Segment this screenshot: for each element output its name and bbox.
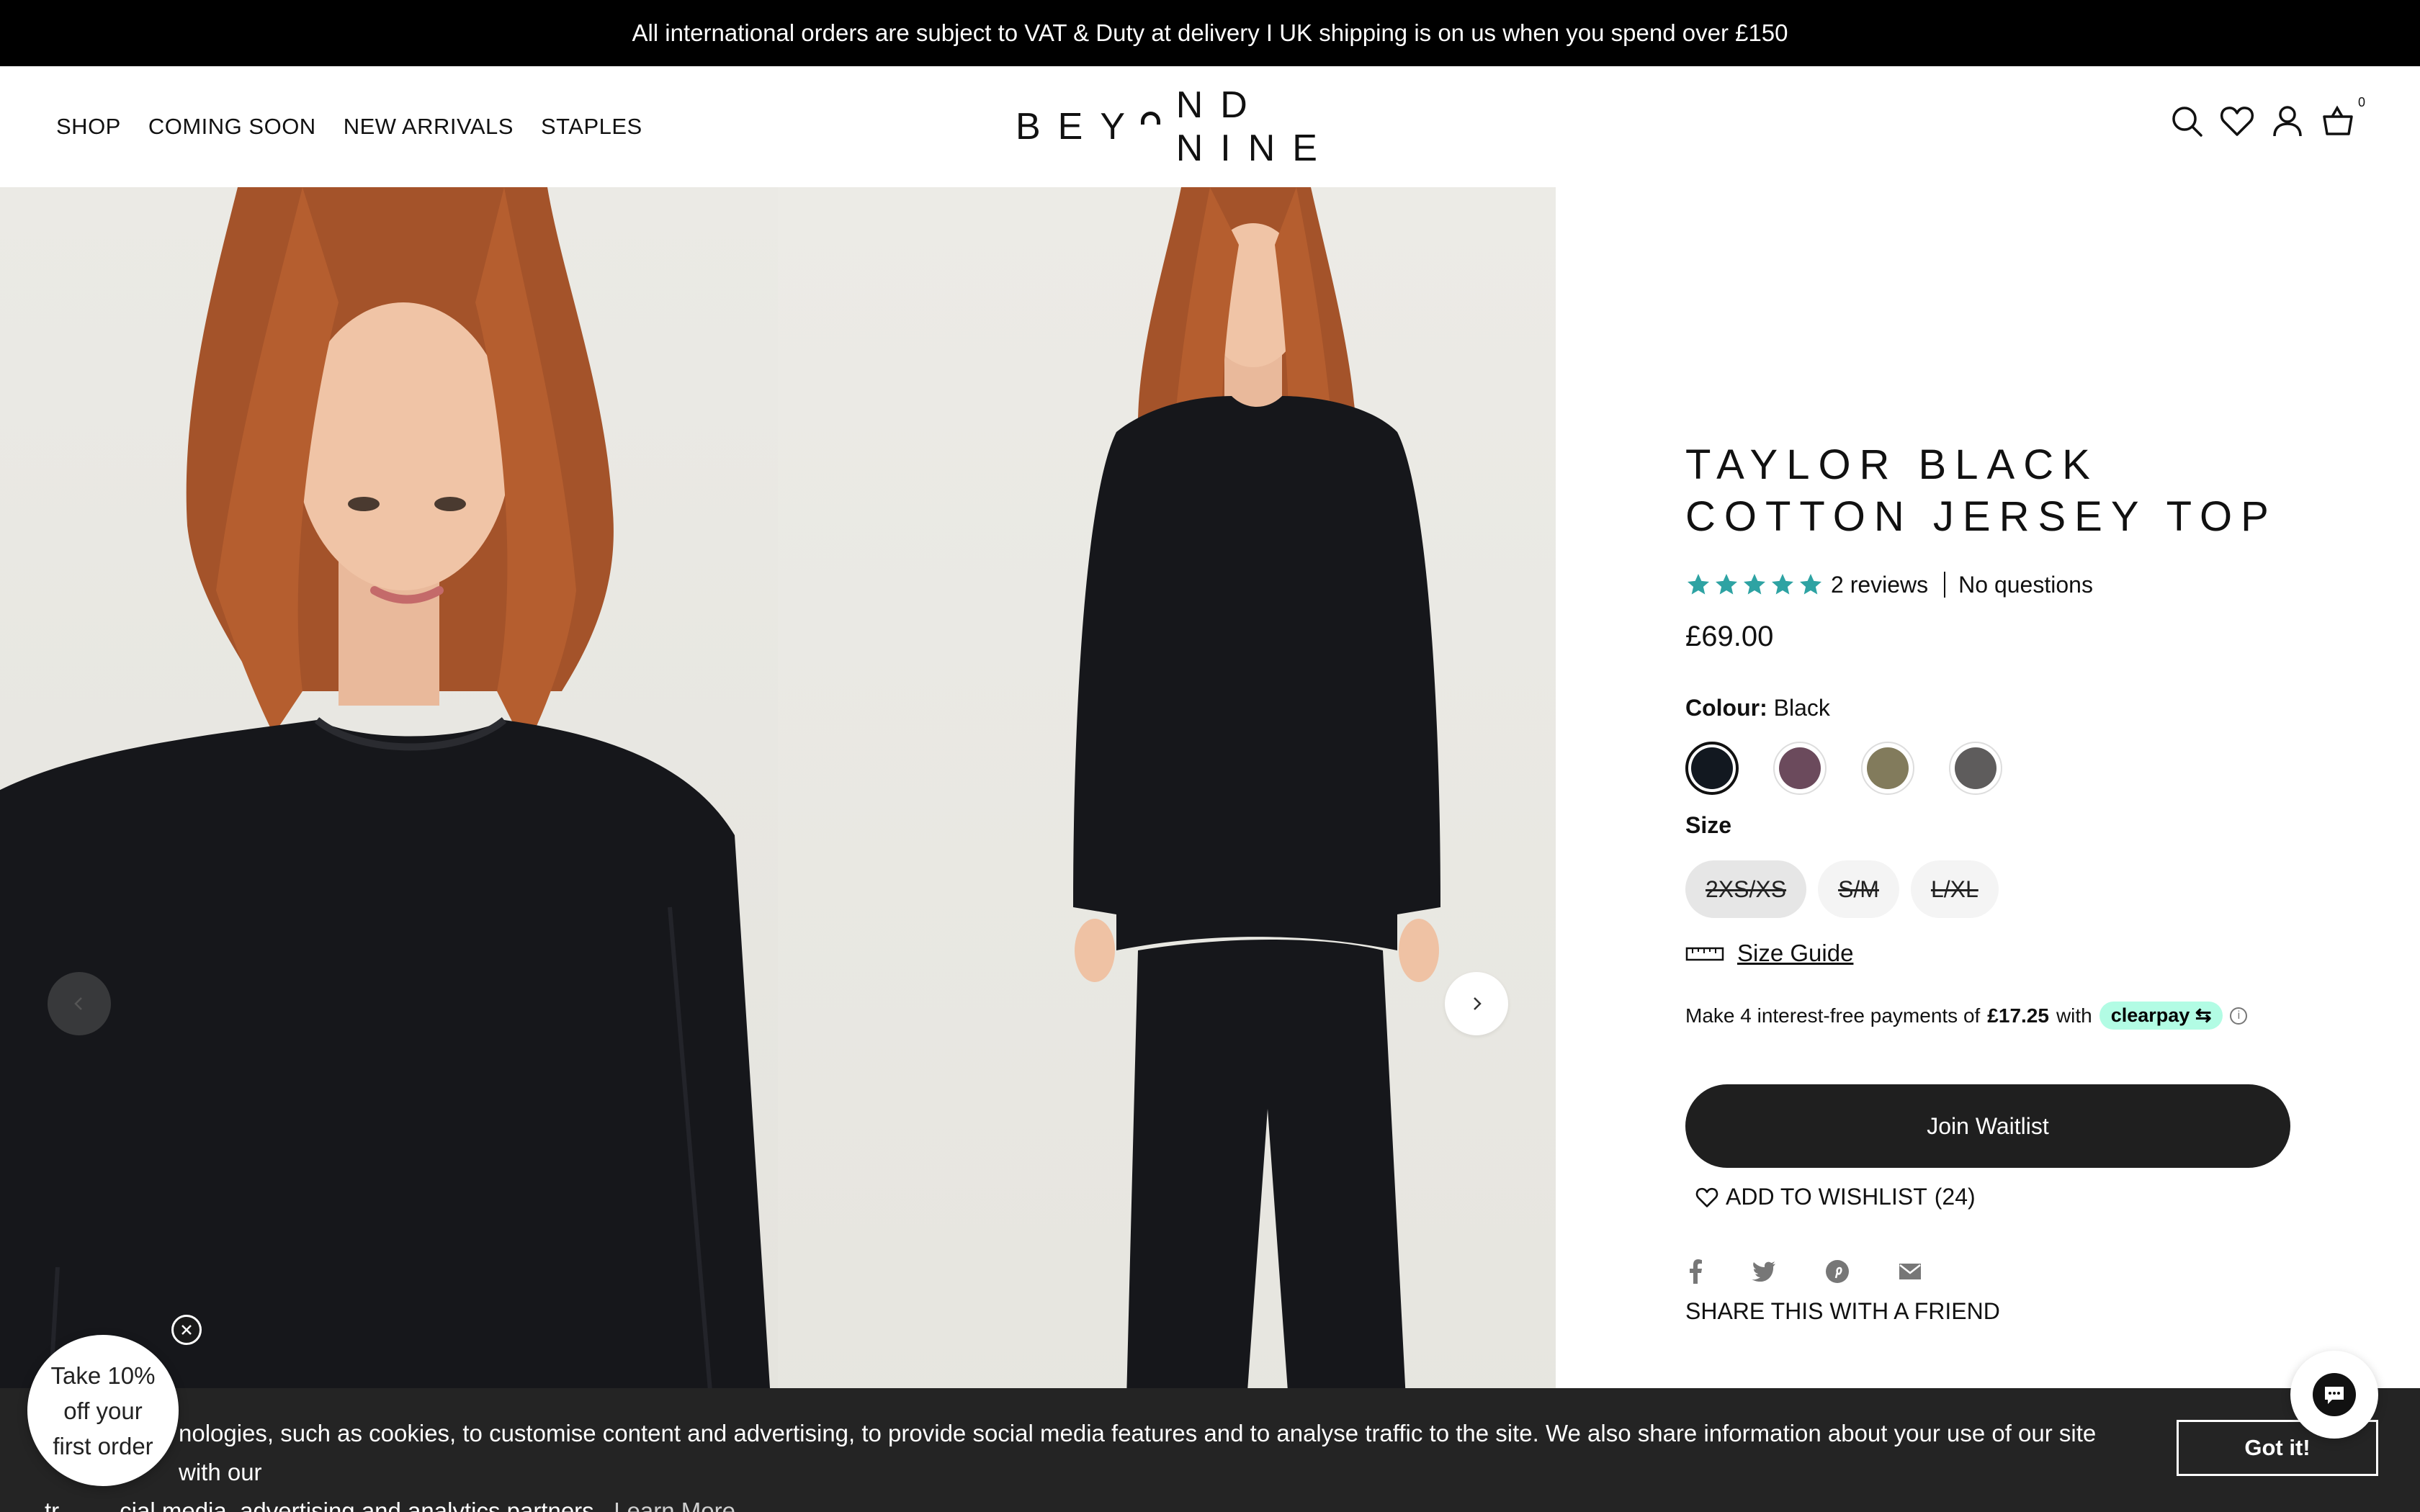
cookie-banner: nologies, such as cookies, to customise … <box>0 1388 2420 1512</box>
swatch-olive[interactable] <box>1861 742 1914 795</box>
swatch-black[interactable] <box>1685 742 1739 795</box>
chat-icon <box>2313 1373 2356 1416</box>
cookie-line2-prefix: tr <box>45 1498 60 1512</box>
gallery-prev-button[interactable] <box>48 972 111 1035</box>
learn-more-link[interactable]: Learn More <box>614 1498 735 1512</box>
colour-value: Black <box>1773 695 1830 721</box>
star-icon <box>1772 574 1793 595</box>
size-options: 2XS/XS S/M L/XL <box>1685 860 2319 918</box>
reviews-link[interactable]: 2 reviews <box>1831 572 1928 598</box>
clearpay-brand: clearpay <box>2110 1004 2190 1026</box>
discount-line3: first order <box>53 1432 153 1459</box>
join-waitlist-button[interactable]: Join Waitlist <box>1685 1084 2290 1168</box>
product-title-line1: TAYLOR BLACK <box>1685 441 2099 488</box>
clearpay-message: Make 4 interest-free payments of £17.25 … <box>1685 1002 2319 1030</box>
colour-swatches <box>1685 742 2319 795</box>
size-guide: Size Guide <box>1685 940 2319 967</box>
discount-line2: off your <box>63 1397 143 1424</box>
star-icon <box>1716 574 1737 595</box>
colour-label-key: Colour: <box>1685 695 1767 721</box>
wishlist-label: ADD TO WISHLIST <box>1726 1184 1927 1210</box>
cookie-text: nologies, such as cookies, to customise … <box>45 1414 2133 1512</box>
gallery-next-button[interactable] <box>1445 972 1508 1035</box>
chat-widget-button[interactable] <box>2290 1351 2378 1439</box>
pinterest-icon[interactable] <box>1825 1259 1850 1284</box>
brand-logo[interactable]: BEY ND NINE <box>1016 84 1404 169</box>
product-gallery[interactable] <box>0 187 1556 1512</box>
star-icon <box>1744 574 1765 595</box>
cookie-line1: nologies, such as cookies, to customise … <box>179 1420 2097 1485</box>
heart-icon[interactable] <box>2220 104 2254 138</box>
rating-summary: 2 reviews No questions <box>1685 569 2319 600</box>
search-icon[interactable] <box>2169 104 2204 138</box>
product-title-line2: COTTON JERSEY TOP <box>1685 493 2277 540</box>
star-icon <box>1800 574 1821 595</box>
cart-icon[interactable]: 0 <box>2321 95 2365 138</box>
site-header: SHOP COMING SOON NEW ARRIVALS STAPLES BE… <box>0 66 2420 187</box>
twitter-icon[interactable] <box>1752 1261 1776 1282</box>
colour-label: Colour: Black <box>1685 695 2319 721</box>
cookie-line2-mid: cial media, advertising and analytics pa… <box>120 1498 601 1512</box>
nav-staples[interactable]: STAPLES <box>541 114 642 140</box>
chevron-right-icon <box>1474 997 1482 1010</box>
nav-coming-soon[interactable]: COMING SOON <box>148 114 316 140</box>
product-price: £69.00 <box>1685 621 1774 652</box>
star-icon <box>1688 574 1709 595</box>
nav-shop[interactable]: SHOP <box>56 114 121 140</box>
info-icon[interactable]: i <box>2230 1007 2248 1025</box>
product-image-closeup <box>0 187 778 1512</box>
header-actions: 0 <box>2169 95 2365 138</box>
size-option-l-xl[interactable]: L/XL <box>1910 860 1999 918</box>
chevron-left-icon <box>74 997 82 1010</box>
product-image-full <box>778 187 1556 1512</box>
product-info: TAYLOR BLACK COTTON JERSEY TOP 2 reviews… <box>1685 439 2319 1325</box>
nav-new-arrivals[interactable]: NEW ARRIVALS <box>344 114 514 140</box>
email-icon[interactable] <box>1899 1263 1922 1280</box>
share-icons <box>1685 1259 2319 1284</box>
close-icon <box>182 1325 192 1335</box>
logo-arc-mark <box>1141 112 1160 125</box>
star-rating[interactable] <box>1685 572 1824 598</box>
size-label: Size <box>1685 812 1732 838</box>
facebook-icon[interactable] <box>1688 1259 1703 1284</box>
clearpay-with: with <box>2056 1004 2092 1027</box>
discount-popup[interactable]: Take 10% off your first order <box>27 1335 179 1486</box>
discount-line1: Take 10% <box>50 1362 156 1389</box>
share-title: SHARE THIS WITH A FRIEND <box>1685 1298 2000 1324</box>
swatch-plum[interactable] <box>1773 742 1827 795</box>
discount-close-button[interactable] <box>171 1315 202 1345</box>
product-title: TAYLOR BLACK COTTON JERSEY TOP <box>1685 439 2319 543</box>
size-option-s-m[interactable]: S/M <box>1818 860 1899 918</box>
size-guide-link[interactable]: Size Guide <box>1737 940 1853 967</box>
cookie-line2: tr cial media, advertising and analytics … <box>45 1492 2133 1512</box>
wishlist-count: (24) <box>1934 1184 1976 1210</box>
clearpay-logo: clearpay ⇆ <box>2099 1002 2223 1030</box>
ruler-icon <box>1685 947 1724 961</box>
heart-icon <box>1695 1187 1718 1207</box>
account-icon[interactable] <box>2270 104 2305 138</box>
brand-logo-part1: BEY <box>1016 106 1143 148</box>
clearpay-amount: £17.25 <box>1987 1004 2049 1027</box>
main-nav: SHOP COMING SOON NEW ARRIVALS STAPLES <box>56 66 642 187</box>
swatch-grey[interactable] <box>1949 742 2002 795</box>
size-option-2xs-xs[interactable]: 2XS/XS <box>1685 860 1807 918</box>
reviews-separator <box>1944 572 1946 598</box>
announcement-bar: All international orders are subject to … <box>0 0 2420 66</box>
questions-link[interactable]: No questions <box>1958 572 2093 598</box>
add-to-wishlist-button[interactable]: ADD TO WISHLIST (24) <box>1695 1184 2319 1210</box>
brand-logo-part2: ND NINE <box>1175 84 1335 169</box>
announcement-text: All international orders are subject to … <box>632 19 1788 46</box>
clearpay-prefix: Make 4 interest-free payments of <box>1685 1004 1981 1027</box>
cart-count: 0 <box>2357 95 2365 109</box>
